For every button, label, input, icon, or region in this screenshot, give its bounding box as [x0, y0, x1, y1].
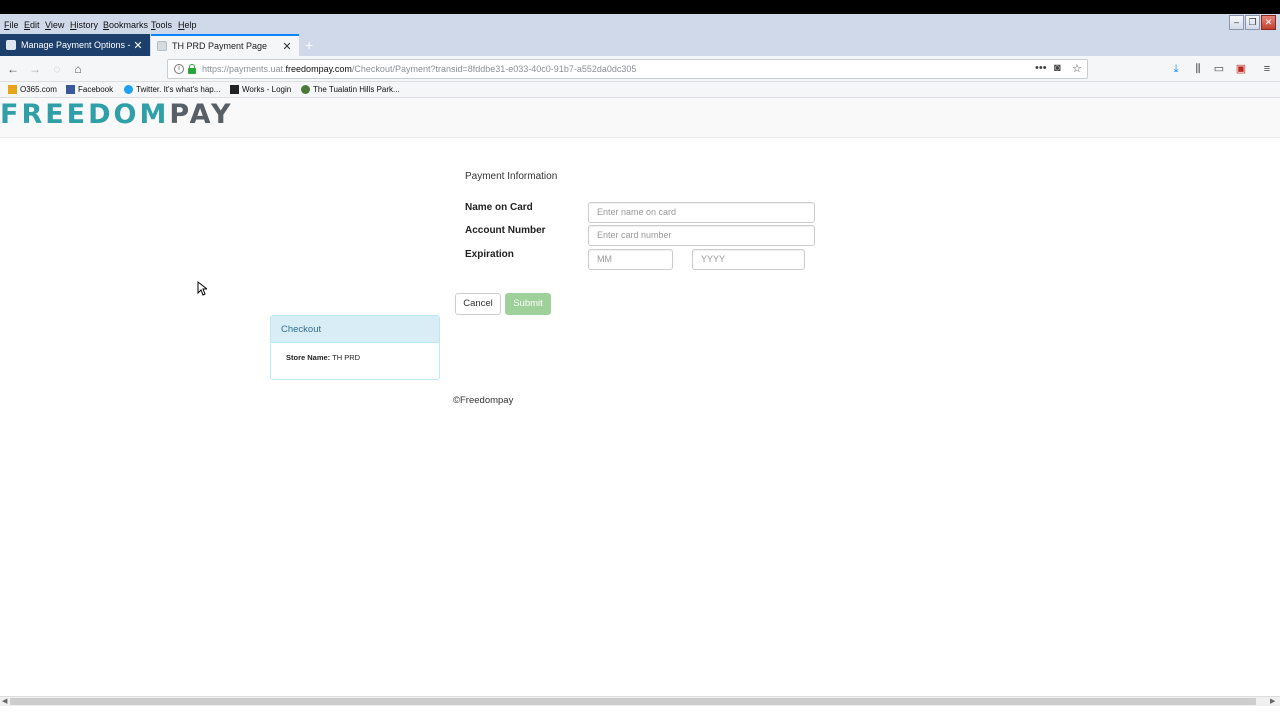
- expiration-month-input[interactable]: MM: [588, 249, 673, 270]
- works-icon: [230, 85, 239, 94]
- forward-icon[interactable]: →: [27, 61, 43, 77]
- tab-close-icon[interactable]: ✕: [132, 39, 144, 52]
- copyright-text: ©Freedompay: [453, 395, 514, 406]
- menu-file[interactable]: File: [4, 20, 19, 30]
- horizontal-scrollbar[interactable]: ◀ ▶: [0, 696, 1280, 706]
- checkout-title: Checkout: [271, 316, 439, 343]
- checkout-panel: Checkout Store Name: TH PRD: [270, 315, 440, 380]
- pdf-icon[interactable]: ▣: [1233, 61, 1249, 77]
- home-icon[interactable]: ⌂: [70, 61, 86, 77]
- restore-icon[interactable]: ❐: [1245, 15, 1260, 30]
- mouse-cursor-icon: [197, 281, 207, 296]
- store-name-value: TH PRD: [332, 353, 361, 362]
- bookmarks-bar: O365.com Facebook Twitter. It's what's h…: [0, 82, 1280, 98]
- bookmark-twitter[interactable]: Twitter. It's what's hap...: [124, 85, 220, 94]
- bookmark-works-login[interactable]: Works - Login: [230, 85, 291, 94]
- brand-header: FREEDOMPAY: [0, 98, 1280, 138]
- tab-payment-page[interactable]: TH PRD Payment Page ✕: [151, 34, 299, 56]
- name-on-card-label: Name on Card: [465, 202, 533, 213]
- tab-manage-payment-options[interactable]: Manage Payment Options - A ✕: [0, 34, 150, 56]
- tab-label: Manage Payment Options - A: [21, 40, 132, 50]
- page-content: FREEDOMPAY Payment Information Name on C…: [0, 98, 1280, 696]
- page-actions-icon[interactable]: •••: [1035, 62, 1047, 74]
- menu-hamburger-icon[interactable]: ≡: [1259, 61, 1275, 77]
- library-icon[interactable]: ⫼: [1190, 61, 1206, 77]
- browser-window: File Edit View History Bookmarks Tools H…: [0, 14, 1280, 720]
- account-number-input[interactable]: Enter card number: [588, 225, 815, 246]
- back-icon[interactable]: ←: [5, 61, 21, 77]
- name-on-card-input[interactable]: Enter name on card: [588, 202, 815, 223]
- account-number-label: Account Number: [465, 225, 546, 236]
- url-text[interactable]: https://payments.uat.freedompay.com/Chec…: [202, 64, 636, 74]
- menu-bar: File Edit View History Bookmarks Tools H…: [0, 14, 1280, 34]
- sidebar-icon[interactable]: ▭: [1211, 61, 1227, 77]
- menu-history[interactable]: History: [70, 20, 98, 30]
- o365-icon: [8, 85, 17, 94]
- tab-close-icon[interactable]: ✕: [281, 40, 293, 53]
- tab-favicon-icon: [157, 41, 167, 51]
- tab-bar: Manage Payment Options - A ✕ TH PRD Paym…: [0, 34, 1280, 56]
- bookmark-facebook[interactable]: Facebook: [66, 85, 113, 94]
- scroll-left-icon[interactable]: ◀: [2, 697, 7, 705]
- freedompay-logo: FREEDOMPAY: [0, 99, 234, 130]
- close-window-icon[interactable]: ✕: [1261, 15, 1276, 30]
- downloads-icon[interactable]: ⤓: [1168, 61, 1184, 77]
- menu-view[interactable]: View: [45, 20, 64, 30]
- bookmark-star-icon[interactable]: ☆: [1072, 62, 1082, 75]
- cancel-button[interactable]: Cancel: [455, 293, 501, 315]
- pocket-icon[interactable]: ◙: [1054, 62, 1061, 74]
- menu-edit[interactable]: Edit: [24, 20, 40, 30]
- park-icon: [301, 85, 310, 94]
- tab-label: TH PRD Payment Page: [172, 41, 268, 51]
- payment-info-title: Payment Information: [465, 171, 558, 182]
- scrollbar-thumb[interactable]: [10, 698, 1256, 705]
- store-name-label: Store Name:: [286, 353, 331, 362]
- menu-bookmarks[interactable]: Bookmarks: [103, 20, 148, 30]
- expiration-year-input[interactable]: YYYY: [692, 249, 805, 270]
- bookmark-o365[interactable]: O365.com: [8, 85, 57, 94]
- lock-icon[interactable]: [188, 64, 196, 74]
- bookmark-tualatin-hills[interactable]: The Tualatin Hills Park...: [301, 85, 400, 94]
- submit-button[interactable]: Submit: [505, 293, 551, 315]
- new-tab-icon[interactable]: +: [305, 37, 313, 53]
- twitter-icon: [124, 85, 133, 94]
- loading-icon[interactable]: ◌: [49, 61, 65, 77]
- tab-favicon-icon: [6, 40, 16, 50]
- menu-tools[interactable]: Tools: [151, 20, 172, 30]
- minimize-icon[interactable]: –: [1229, 15, 1244, 30]
- info-icon[interactable]: i: [174, 64, 184, 74]
- navigation-bar: ← → ◌ ⌂ i https://payments.uat.freedompa…: [0, 56, 1280, 82]
- expiration-label: Expiration: [465, 249, 514, 260]
- store-name-row: Store Name: TH PRD: [271, 343, 439, 372]
- scroll-right-icon[interactable]: ▶: [1270, 697, 1275, 705]
- window-controls: – ❐ ✕: [1229, 14, 1276, 32]
- url-bar[interactable]: i https://payments.uat.freedompay.com/Ch…: [167, 59, 1088, 79]
- menu-help[interactable]: Help: [178, 20, 197, 30]
- facebook-icon: [66, 85, 75, 94]
